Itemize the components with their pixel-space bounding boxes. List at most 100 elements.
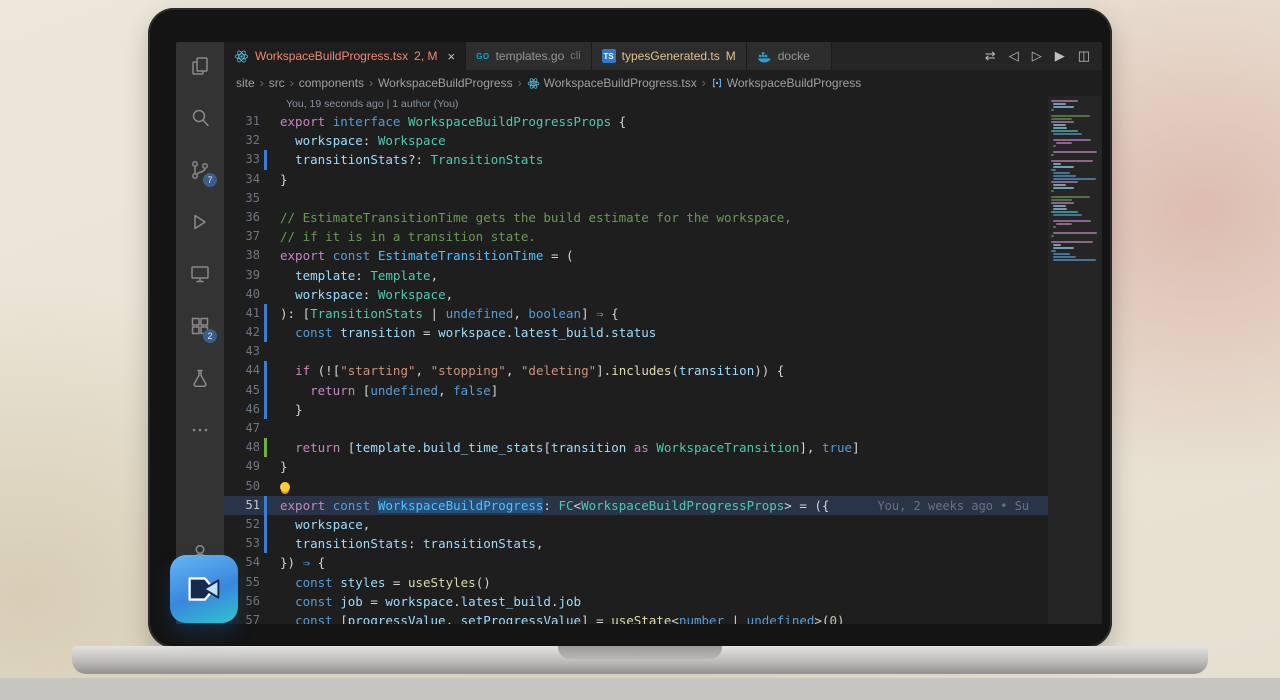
minimap-bar (1055, 142, 1072, 144)
code-line[interactable]: 44 if (!["starting", "stopping", "deleti… (224, 361, 1048, 381)
breadcrumb-item[interactable]: components (299, 76, 364, 90)
line-number: 48 (245, 440, 260, 455)
close-icon[interactable]: × (448, 49, 456, 64)
minimap-bar (1051, 199, 1072, 201)
ts-icon: TS (601, 49, 616, 63)
line-number: 53 (245, 536, 260, 551)
breadcrumb: site › src › components › WorkspaceBuildProgre… (224, 70, 1102, 96)
minimap-bar (1051, 241, 1094, 243)
breadcrumb-item[interactable]: WorkspaceBuildProgress (711, 76, 861, 90)
code-line[interactable]: 57 const [progressValue, setProgressValu… (224, 611, 1048, 624)
test-beaker-icon[interactable] (188, 366, 212, 390)
tab-label: typesGenerated.ts (621, 49, 720, 63)
code-line[interactable]: 45 return [undefined, false] (224, 380, 1048, 401)
more-icon[interactable] (188, 418, 212, 442)
code-line[interactable]: 43 (224, 342, 1048, 361)
code-line[interactable]: 50 (224, 477, 1048, 496)
breadcrumb-separator: › (289, 76, 294, 90)
gutter-change-marker (260, 342, 272, 361)
breadcrumb-item[interactable]: site (236, 76, 255, 90)
minimap-bar (1051, 202, 1075, 204)
code-line[interactable]: 41): [TransitionStats | undefined, boole… (224, 303, 1048, 324)
code-line[interactable]: 35 (224, 189, 1048, 208)
minimap-bar (1053, 256, 1077, 258)
nav-forward-icon[interactable]: ▷ (1032, 48, 1042, 64)
code-line[interactable]: 56 const job = workspace.latest_build.jo… (224, 592, 1048, 611)
code-line[interactable]: 53 transitionStats: transitionStats, (224, 534, 1048, 554)
editor: You, 19 seconds ago | 1 author (You) 31 e… (224, 96, 1102, 624)
code-line[interactable]: 52 workspace, (224, 514, 1048, 535)
source-control-icon[interactable]: 7 (188, 158, 217, 187)
nav-back-icon[interactable]: ◁ (1009, 48, 1019, 64)
code-text: return [template.build_time_stats[transi… (295, 440, 860, 456)
tab-templates-go[interactable]: GO templates.go cli (466, 42, 592, 70)
extensions-badge: 2 (203, 329, 217, 343)
code-line[interactable]: 49} (224, 457, 1048, 476)
codelens-annotation[interactable]: You, 19 seconds ago | 1 author (You) (286, 96, 1048, 112)
run-icon[interactable]: ▶ (1055, 48, 1065, 64)
tab-docker[interactable]: docke (746, 42, 832, 70)
code-line[interactable]: 31 export interface WorkspaceBuildProgres… (224, 112, 1048, 131)
react-icon (527, 77, 540, 90)
code-line[interactable]: 48 return [template.build_time_stats[tra… (224, 438, 1048, 458)
minimap-bar (1051, 130, 1078, 132)
minimap-bar (1053, 253, 1070, 255)
minimap-content (1051, 100, 1099, 261)
extensions-icon[interactable]: 2 (188, 314, 217, 343)
line-number: 37 (245, 229, 260, 244)
gutter-change-marker (260, 573, 272, 592)
code-line[interactable]: 34} (224, 170, 1048, 189)
code-text: workspace: Workspace (295, 133, 446, 149)
code-line[interactable]: 47 (224, 419, 1048, 438)
gutter-change-marker (260, 514, 272, 535)
gutter-change-marker (260, 303, 272, 324)
code-line[interactable]: 39 template: Template, (224, 266, 1048, 285)
explorer-icon[interactable] (188, 54, 212, 78)
code-text: // if it is in a transition state. (280, 229, 536, 245)
minimap-bar (1053, 214, 1082, 216)
laptop-screen-bezel: 7 2 WorkspaceBuildProgress.tsx 2, M × GO… (148, 8, 1112, 648)
code-line[interactable]: 33 transitionStats?: TransitionStats (224, 150, 1048, 170)
compare-icon[interactable]: ⇄ (985, 48, 996, 64)
code-line[interactable]: 38 export const EstimateTransitionTime = … (224, 246, 1048, 265)
code-line[interactable]: 36 // EstimateTransitionTime gets the bui… (224, 208, 1048, 227)
gutter-change-marker (260, 246, 272, 265)
search-icon[interactable] (188, 106, 212, 130)
code-line[interactable]: 42 const transition = workspace.latest_b… (224, 323, 1048, 343)
app-logo-badge[interactable] (170, 555, 238, 623)
code-line[interactable]: 54}) ⇒ { (224, 553, 1048, 572)
breadcrumb-item[interactable]: src (269, 76, 285, 90)
remote-explorer-icon[interactable] (188, 262, 212, 286)
code-line[interactable]: 37 // if it is in a transition state. (224, 227, 1048, 246)
code-area[interactable]: You, 19 seconds ago | 1 author (You) 31 e… (224, 96, 1048, 624)
git-blame-annotation: You, 2 weeks ago • Su (877, 498, 1030, 513)
breadcrumb-separator: › (259, 76, 264, 90)
tab-typesgenerated-ts[interactable]: TS typesGenerated.ts M (591, 42, 747, 70)
line-number: 43 (245, 344, 260, 359)
minimap-bar (1051, 196, 1091, 198)
code-line[interactable]: 32 workspace: Workspace (224, 131, 1048, 150)
split-editor-icon[interactable]: ◫ (1078, 48, 1090, 64)
minimap-bar (1051, 181, 1079, 183)
gutter-change-marker (260, 419, 272, 438)
breadcrumb-separator: › (701, 76, 706, 90)
line-number: 42 (245, 325, 260, 340)
run-debug-icon[interactable] (188, 210, 212, 234)
breadcrumb-separator: › (369, 76, 374, 90)
lightbulb-icon[interactable] (280, 482, 290, 493)
minimap-bar (1051, 211, 1078, 213)
gutter-change-marker (260, 380, 272, 401)
minimap-bar (1053, 166, 1074, 168)
gutter-change-marker (260, 495, 272, 516)
minimap-bar (1051, 118, 1072, 120)
code-line[interactable]: 40 workspace: Workspace, (224, 285, 1048, 304)
code-line[interactable]: 55 const styles = useStyles() (224, 573, 1048, 592)
breadcrumb-item[interactable]: WorkspaceBuildProgress (378, 76, 513, 90)
code-line[interactable]: 51 export const WorkspaceBuildProgress: F… (224, 495, 1048, 516)
minimap-bar (1053, 172, 1070, 174)
tab-workspacebuildprogress[interactable]: WorkspaceBuildProgress.tsx 2, M × (224, 42, 467, 70)
minimap[interactable] (1048, 96, 1102, 624)
breadcrumb-item[interactable]: WorkspaceBuildProgress.tsx (527, 76, 697, 90)
code-line[interactable]: 46 } (224, 399, 1048, 420)
